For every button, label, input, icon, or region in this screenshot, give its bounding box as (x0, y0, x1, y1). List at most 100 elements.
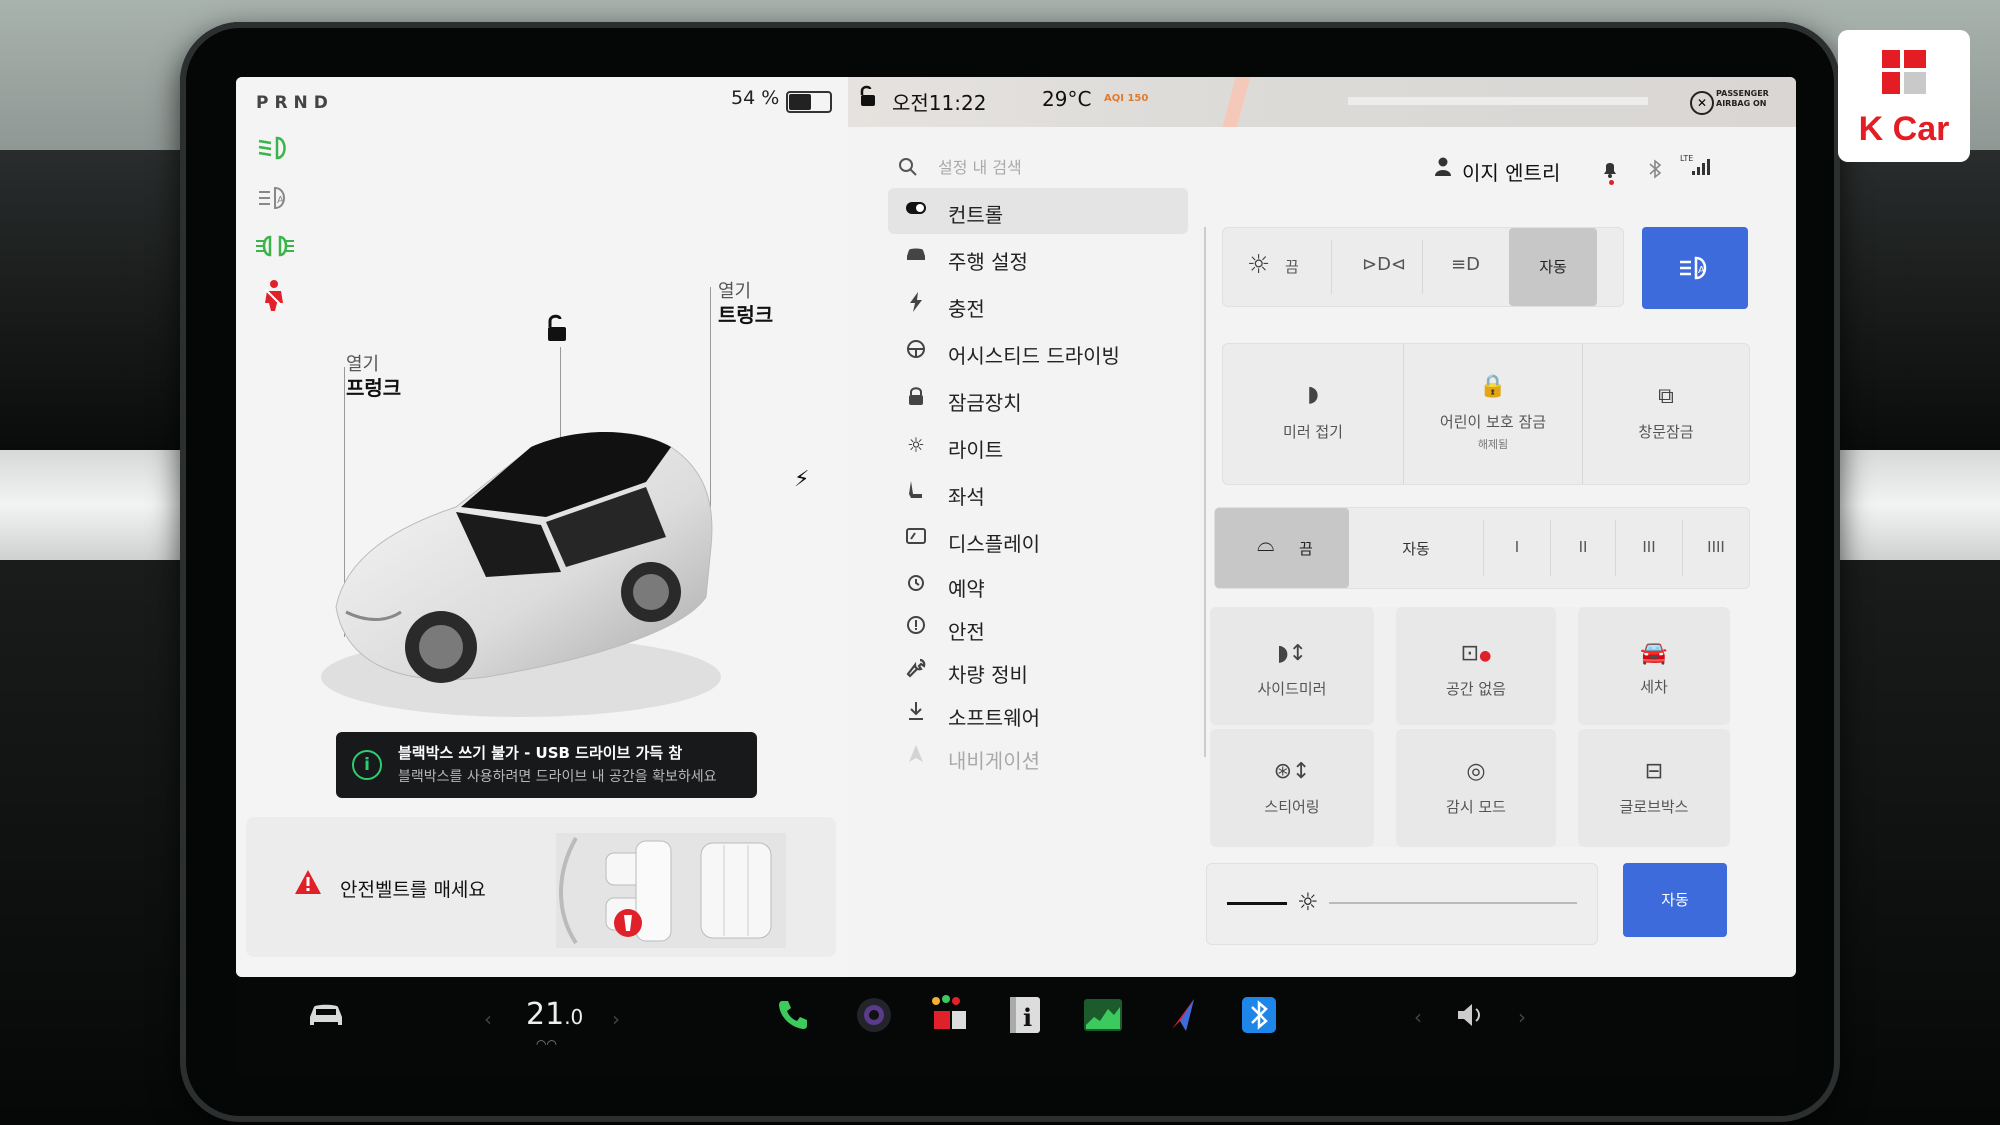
wiper-speed-1-option[interactable]: I (1484, 508, 1550, 588)
lock-status-icon[interactable] (858, 85, 878, 112)
wiper-speed-3-option[interactable]: III (1616, 508, 1682, 588)
dashcam-toast: i 블랙박스 쓰기 불가 - USB 드라이브 가득 참 블랙박스를 사용하려면… (336, 732, 757, 798)
temp-increase-chevron-icon[interactable]: › (612, 1007, 620, 1031)
car-icon[interactable] (306, 999, 346, 1037)
brightness-slider[interactable]: ☼ (1206, 863, 1598, 945)
window-lock-button[interactable]: ⧉ 창문잠금 (1583, 344, 1749, 484)
energy-graph-icon[interactable] (1082, 995, 1124, 1043)
unlocked-icon[interactable] (544, 313, 570, 349)
settings-search-input[interactable] (936, 151, 1140, 183)
navigation-arrow-icon[interactable] (1164, 995, 1200, 1043)
wiper-speed-2-option[interactable]: II (1551, 508, 1615, 588)
info-icon (904, 615, 928, 640)
volume-icon[interactable] (1456, 999, 1486, 1037)
dashcam-no-space-button[interactable]: ⊡● 공간 없음 (1396, 607, 1556, 725)
frunk-label[interactable]: 프렁크 (346, 372, 401, 401)
k-car-logo-text: K Car (1858, 110, 1950, 148)
sidebar-item-info[interactable]: 안전 (888, 605, 1188, 651)
toast-title: 블랙박스 쓰기 불가 - USB 드라이브 가득 참 (398, 744, 683, 762)
sentry-mode-button[interactable]: ◎ 감시 모드 (1396, 729, 1556, 847)
auto-high-beam-icon: A (1680, 256, 1707, 280)
seatbelt-card: 안전벨트를 매세요 (246, 817, 836, 957)
wiper-speed-4-option[interactable]: IIII (1683, 508, 1749, 588)
info-icon: i (352, 750, 382, 780)
driver-profile-name[interactable]: 이지 엔트리 (1462, 157, 1560, 186)
sidebar-item-car[interactable]: 주행 설정 (888, 235, 1188, 281)
sidebar-item-label: 내비게이션 (948, 749, 1040, 773)
camera-icon[interactable] (854, 995, 894, 1043)
mirror-fold-button[interactable]: ◗ 미러 접기 (1223, 344, 1403, 484)
temp-decrease-chevron-icon[interactable]: ‹ (484, 1007, 492, 1031)
map-road (1217, 77, 1253, 127)
lights-segmented-control: ☼ 끔 ⊳D⊲ ≡D 자동 (1222, 227, 1624, 307)
sidebar-item-label: 어시스티드 드라이빙 (948, 344, 1120, 368)
phone-icon[interactable] (776, 997, 810, 1039)
volume-up-chevron-icon[interactable]: › (1518, 1005, 1526, 1029)
brightness-track (1329, 902, 1577, 904)
bluetooth-icon[interactable] (1240, 995, 1278, 1043)
auto-high-beam-button[interactable]: A (1642, 227, 1748, 309)
parking-lights-option[interactable]: ⊳D⊲ (1332, 228, 1422, 306)
mirror-icon: ◗ (1307, 382, 1319, 407)
wiper-segmented-control: ⌓ 끔 자동 I II III IIII (1214, 507, 1750, 589)
manual-info-icon[interactable]: i (1006, 995, 1044, 1043)
sidebar-item-alarm[interactable]: 예약 (888, 562, 1188, 608)
lights-off-option[interactable]: ☼ 끔 (1223, 228, 1331, 306)
sidebar-item-sun[interactable]: ☼ 라이트 (888, 423, 1188, 469)
car-wash-icon: 🚘 (1640, 641, 1668, 666)
seat-map-image (556, 833, 786, 948)
child-lock-button[interactable]: 🔒 어린이 보호 잠금 해제됨 (1404, 344, 1582, 484)
nav-scrollbar[interactable] (1204, 227, 1206, 757)
sidebar-item-toggle[interactable]: 컨트롤 (888, 188, 1188, 234)
brightness-fill (1227, 902, 1287, 905)
sidebar-item-download[interactable]: 소프트웨어 (888, 691, 1188, 737)
charge-port-icon[interactable]: ⚡ (794, 467, 809, 492)
lock-icon (904, 386, 928, 411)
fog-light-icon (256, 233, 294, 263)
warning-triangle-icon (294, 869, 322, 902)
sidebar-item-navigation[interactable]: 내비게이션 (888, 734, 1188, 780)
seat-icon (904, 480, 928, 505)
clock: 오전11:22 (892, 91, 987, 115)
headlights-on-option[interactable]: ≡D (1423, 228, 1509, 306)
lock-controls-group: ◗ 미러 접기 🔒 어린이 보호 잠금 해제됨 ⧉ 창문잠금 (1222, 343, 1750, 485)
cabin-temperature[interactable]: 21.0 (526, 997, 583, 1032)
sidebar-item-label: 안전 (948, 620, 985, 644)
car-icon (904, 245, 928, 267)
steering-adjust-button[interactable]: ⊛↕ 스티어링 (1210, 729, 1374, 847)
sidebar-item-label: 주행 설정 (948, 250, 1028, 274)
wrench-icon (904, 658, 928, 683)
air-quality-index: AQI 150 (1104, 93, 1149, 104)
brightness-sun-icon: ☼ (1297, 888, 1319, 916)
auto-high-beam-icon: A (256, 185, 292, 215)
seatbelt-warning-text: 안전벨트를 매세요 (340, 879, 486, 901)
wiper-auto-option[interactable]: 자동 (1349, 508, 1483, 588)
sidebar-item-bolt[interactable]: 충전 (888, 282, 1188, 328)
glovebox-button[interactable]: ⊟ 글로브박스 (1578, 729, 1730, 847)
sidebar-item-wrench[interactable]: 차량 정비 (888, 648, 1188, 694)
sidebar-item-label: 디스플레이 (948, 532, 1040, 556)
wiper-icon: ⌓ (1257, 532, 1275, 557)
seat-heater-icon[interactable]: ◠◠ (536, 1037, 557, 1051)
svg-text:LTE: LTE (1680, 154, 1693, 163)
bluetooth-status-icon[interactable] (1648, 159, 1662, 184)
side-mirror-button[interactable]: ◗↕ 사이드미러 (1210, 607, 1374, 725)
toybox-icon[interactable] (928, 993, 972, 1045)
sidebar-item-lock[interactable]: 잠금장치 (888, 376, 1188, 422)
sidebar-item-display[interactable]: 디스플레이 (888, 517, 1188, 563)
sidebar-item-seat[interactable]: 좌석 (888, 470, 1188, 516)
car-wash-button[interactable]: 🚘 세차 (1578, 607, 1730, 725)
child-lock-icon: 🔒 (1479, 374, 1507, 399)
sidebar-item-steering-wheel[interactable]: 어시스티드 드라이빙 (888, 329, 1188, 375)
headlight-icon: ≡D (1451, 254, 1480, 275)
wiper-off-option[interactable]: ⌓ 끔 (1215, 508, 1349, 588)
sidebar-item-label: 충전 (948, 297, 985, 321)
gear-indicator: PRND (256, 93, 334, 113)
profile-icon[interactable] (1434, 157, 1452, 182)
search-icon[interactable] (898, 157, 918, 182)
brightness-auto-button[interactable]: 자동 (1623, 863, 1727, 937)
volume-down-chevron-icon[interactable]: ‹ (1414, 1005, 1422, 1029)
lights-auto-option[interactable]: 자동 (1509, 228, 1597, 306)
trunk-label[interactable]: 트렁크 (718, 299, 773, 328)
sun-icon: ☼ (907, 433, 925, 457)
